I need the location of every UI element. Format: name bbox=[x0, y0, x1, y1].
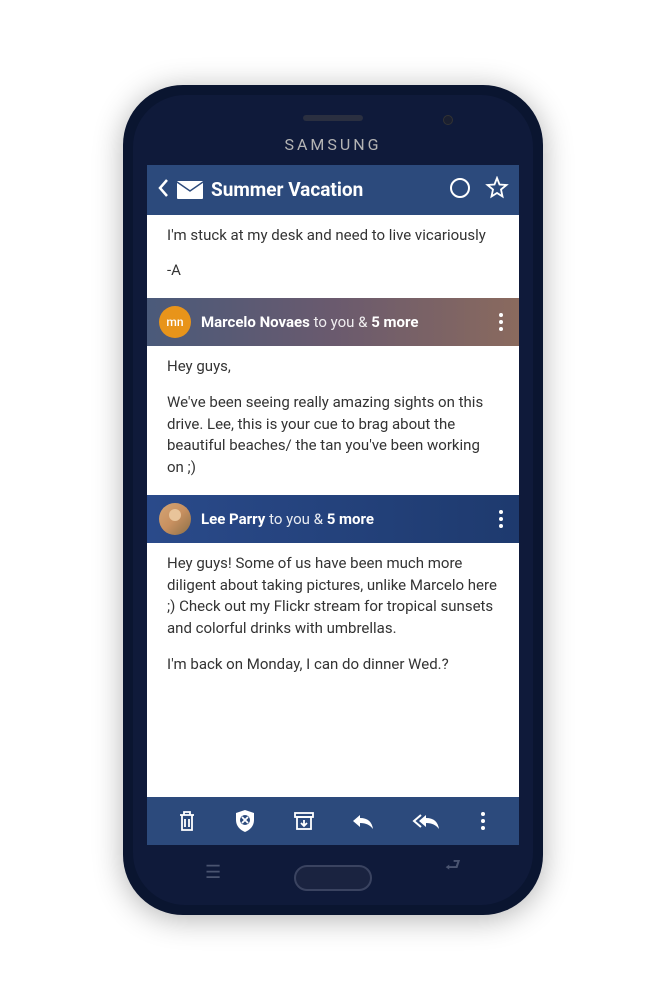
header-actions bbox=[449, 176, 509, 204]
sender-info: Marcelo Novaes to you & 5 more bbox=[201, 313, 485, 331]
message-line: Hey guys! Some of us have been much more… bbox=[167, 553, 499, 640]
message-header[interactable]: mn Marcelo Novaes to you & 5 more bbox=[147, 298, 519, 346]
message-line: I'm back on Monday, I can do dinner Wed.… bbox=[167, 654, 499, 676]
home-button[interactable] bbox=[294, 865, 372, 891]
spam-button[interactable] bbox=[234, 809, 256, 833]
thread-title: Summer Vacation bbox=[211, 178, 441, 201]
thread-content: I'm stuck at my desk and need to live vi… bbox=[147, 215, 519, 797]
app-header: Summer Vacation bbox=[147, 165, 519, 215]
recipients-count: 5 more bbox=[371, 313, 418, 331]
sender-info: Lee Parry to you & 5 more bbox=[201, 510, 485, 528]
overflow-menu-button[interactable] bbox=[477, 808, 489, 834]
bottom-toolbar bbox=[147, 797, 519, 845]
message-body: Hey guys! Some of us have been much more… bbox=[147, 543, 519, 692]
phone-inner: SAMSUNG Summer Vacation bbox=[133, 95, 533, 905]
message-line: Hey guys, bbox=[167, 356, 499, 378]
back-button[interactable] bbox=[157, 176, 169, 204]
phone-camera bbox=[443, 115, 453, 125]
message-body: Hey guys, We've been seeing really amazi… bbox=[147, 346, 519, 495]
message-line: I'm stuck at my desk and need to live vi… bbox=[167, 225, 499, 247]
message-menu-button[interactable] bbox=[495, 506, 507, 532]
message-menu-button[interactable] bbox=[495, 309, 507, 335]
reply-button[interactable] bbox=[351, 812, 375, 830]
message-signature: -A bbox=[167, 260, 499, 282]
recipients-text: to you & bbox=[310, 313, 371, 331]
hw-menu-icon: ☰ bbox=[205, 862, 221, 883]
mail-icon bbox=[177, 181, 203, 199]
star-button[interactable] bbox=[485, 176, 509, 204]
delete-button[interactable] bbox=[177, 810, 197, 832]
message-line: We've been seeing really amazing sights … bbox=[167, 392, 499, 479]
sender-name: Lee Parry bbox=[201, 510, 265, 528]
phone-speaker bbox=[303, 115, 363, 121]
message-header[interactable]: Lee Parry to you & 5 more bbox=[147, 495, 519, 543]
recipients-count: 5 more bbox=[327, 510, 374, 528]
message-body: I'm stuck at my desk and need to live vi… bbox=[147, 215, 519, 299]
archive-button[interactable] bbox=[293, 811, 315, 831]
hw-back-icon: ⮐ bbox=[445, 853, 461, 883]
phone-frame: SAMSUNG Summer Vacation bbox=[123, 85, 543, 915]
sender-name: Marcelo Novaes bbox=[201, 313, 310, 331]
reply-all-button[interactable] bbox=[412, 812, 440, 830]
mark-unread-button[interactable] bbox=[449, 177, 471, 203]
avatar bbox=[159, 503, 191, 535]
brand-logo: SAMSUNG bbox=[284, 135, 381, 154]
recipients-text: to you & bbox=[265, 510, 326, 528]
avatar: mn bbox=[159, 306, 191, 338]
screen: Summer Vacation I'm stuck at my desk and… bbox=[147, 165, 519, 845]
